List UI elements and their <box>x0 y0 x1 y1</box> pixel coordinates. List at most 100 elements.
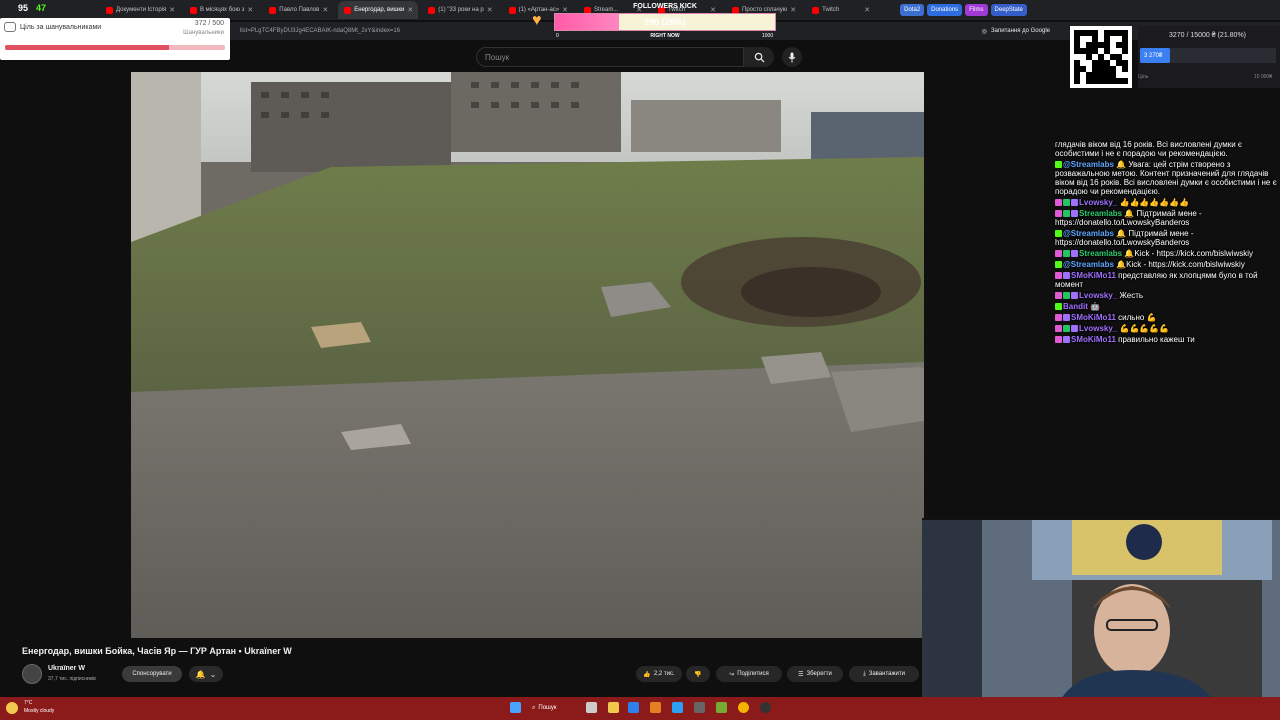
ask-google-label: Запитання до Google <box>991 28 1050 34</box>
donation-goal-min: Ціль <box>1138 74 1149 80</box>
task-view-icon[interactable] <box>586 702 597 713</box>
close-icon[interactable]: ✕ <box>169 6 175 14</box>
chevron-down-icon: ⌄ <box>209 669 217 679</box>
kick-badge-icon <box>1055 303 1062 311</box>
followers-goal-label: FOLLOWERS KICK <box>633 3 697 10</box>
channel-avatar[interactable] <box>22 664 42 684</box>
pink-badge-icon <box>1055 325 1062 333</box>
bookmark-chip[interactable]: Donations <box>927 4 963 16</box>
google-icon: ◎ <box>981 28 988 35</box>
telegram-icon[interactable] <box>672 702 683 713</box>
chat-message: Bandit 🤖 <box>1055 302 1280 311</box>
like-button[interactable]: 👍 2,2 тис. <box>636 666 682 682</box>
heart-icon: ♥ <box>532 12 542 29</box>
bookmark-chip[interactable]: Dota2 <box>900 4 925 16</box>
browser-tab[interactable]: В місяцях бою з ✕ <box>184 1 259 19</box>
close-icon[interactable]: ✕ <box>322 6 328 14</box>
browser-tab[interactable]: Енергодар, вишки ✕ <box>338 1 419 19</box>
firefox-icon[interactable] <box>650 702 661 713</box>
pink-badge-icon <box>1055 250 1062 258</box>
thumbs-up-icon: 👍 <box>643 671 651 678</box>
green-badge-icon <box>1063 199 1070 207</box>
file-explorer-icon[interactable] <box>608 702 619 713</box>
browser-tab[interactable]: Павло Павлов ✕ <box>263 1 334 19</box>
chrome-icon[interactable] <box>738 702 749 713</box>
kick-badge-icon <box>1055 261 1062 269</box>
bookmark-chip[interactable]: Films <box>965 4 988 16</box>
webcam-image <box>922 520 1280 720</box>
close-icon[interactable]: ✕ <box>864 6 870 14</box>
green-badge-icon <box>1063 250 1070 258</box>
obs-icon[interactable] <box>716 702 727 713</box>
chat-message: SMoKiMo11 правильно кажеш ти <box>1055 335 1280 344</box>
star-badge-icon <box>1071 325 1078 333</box>
sponsor-button[interactable]: Спонсорувати <box>122 666 182 682</box>
save-button[interactable]: ☰ Зберегти <box>787 666 843 682</box>
ask-google-button[interactable]: ◎ Запитання до Google <box>982 28 1050 35</box>
tab-favicon-icon <box>106 6 113 14</box>
close-icon[interactable]: ✕ <box>790 6 796 14</box>
chat-overlay: глядачів віком від 16 років. Всі висловл… <box>1055 140 1280 440</box>
save-icon: ☰ <box>798 671 804 678</box>
star-badge-icon <box>1071 210 1078 218</box>
voice-search-button[interactable] <box>782 47 802 67</box>
kick-count-2: 47 <box>36 3 47 13</box>
browser-tab[interactable]: Документи Історія ✕ <box>100 1 180 19</box>
bookmark-chip[interactable]: DeepState <box>990 4 1027 16</box>
chat-username: Streamlabs <box>1079 209 1123 218</box>
thumbs-down-icon: 👎 <box>694 671 702 678</box>
channel-name[interactable]: Ukraïner W <box>48 665 85 672</box>
download-label: Завантажити <box>868 671 905 677</box>
pink-badge-icon <box>1055 272 1062 280</box>
star-badge-icon <box>1063 314 1070 322</box>
app-icon[interactable] <box>694 702 705 713</box>
search-input[interactable]: Пошук <box>476 47 744 67</box>
bell-icon: 🔔 <box>195 669 206 679</box>
chat-username: @Streamlabs <box>1063 160 1114 169</box>
chat-message: Lvowsky_ 💪💪💪💪💪 <box>1055 324 1280 333</box>
chat-username: Lvowsky_ <box>1079 198 1118 207</box>
windows-taskbar <box>0 697 1280 720</box>
tab-favicon-icon <box>812 6 820 14</box>
tab-favicon-icon <box>269 6 277 14</box>
download-button[interactable]: ⤓ Завантажити <box>849 666 919 682</box>
video-player[interactable] <box>131 72 924 638</box>
star-badge-icon <box>1063 336 1070 344</box>
tab-label: Документи Історія <box>116 7 167 13</box>
dislike-button[interactable]: 👎 <box>686 666 710 682</box>
pink-badge-icon <box>1055 210 1062 218</box>
steam-icon[interactable] <box>760 702 771 713</box>
notifications-button[interactable]: 🔔 ⌄ <box>189 666 223 682</box>
chat-message: @Streamlabs 🔔Kick - https://kick.com/bis… <box>1055 260 1280 269</box>
search-button[interactable] <box>744 47 774 67</box>
kick-badge-icon <box>1055 230 1062 238</box>
chat-text: глядачів віком від 16 років. Всі висловл… <box>1055 140 1243 158</box>
edge-icon[interactable] <box>628 702 639 713</box>
chat-username: Lvowsky_ <box>1079 324 1118 333</box>
donation-goal-widget: 3270 / 15000 ₴ (21.80%) 3 270₴ Ціль 15 0… <box>1138 26 1280 88</box>
taskbar-search-label: Пошук <box>538 705 557 711</box>
share-button[interactable]: ↪ Поділитися <box>716 666 782 682</box>
goal-count: 372 / 500 <box>194 20 224 27</box>
close-icon[interactable]: ✕ <box>487 6 493 14</box>
close-icon[interactable]: ✕ <box>247 6 253 14</box>
start-icon[interactable] <box>510 702 521 713</box>
browser-tab[interactable]: (1) "33 роки на р ✕ <box>422 1 498 19</box>
chat-text: 🔔Kick - https://kick.com/bislwiwskiy <box>1116 260 1245 269</box>
chat-message: SMoKiMo11 представляю як хлопцямм було в… <box>1055 271 1280 289</box>
star-badge-icon <box>1063 272 1070 280</box>
taskbar-search[interactable]: ⌕ Пошук <box>532 702 578 714</box>
green-badge-icon <box>1063 325 1070 333</box>
donation-qr-code <box>1070 26 1132 88</box>
followers-goal-value: 290 (28%) <box>644 17 686 27</box>
browser-tab[interactable]: Twitch ✕ <box>806 1 876 19</box>
star-badge-icon <box>1071 292 1078 300</box>
weather-temp: 7°C <box>24 700 33 706</box>
goal-progress-bar <box>5 45 225 50</box>
donation-goal-fill: 3 270₴ <box>1140 48 1170 63</box>
green-badge-icon <box>1063 292 1070 300</box>
close-icon[interactable]: ✕ <box>407 6 413 14</box>
pink-badge-icon <box>1055 336 1062 344</box>
video-frame <box>131 72 924 638</box>
kick-count-1: 95 <box>18 3 29 13</box>
